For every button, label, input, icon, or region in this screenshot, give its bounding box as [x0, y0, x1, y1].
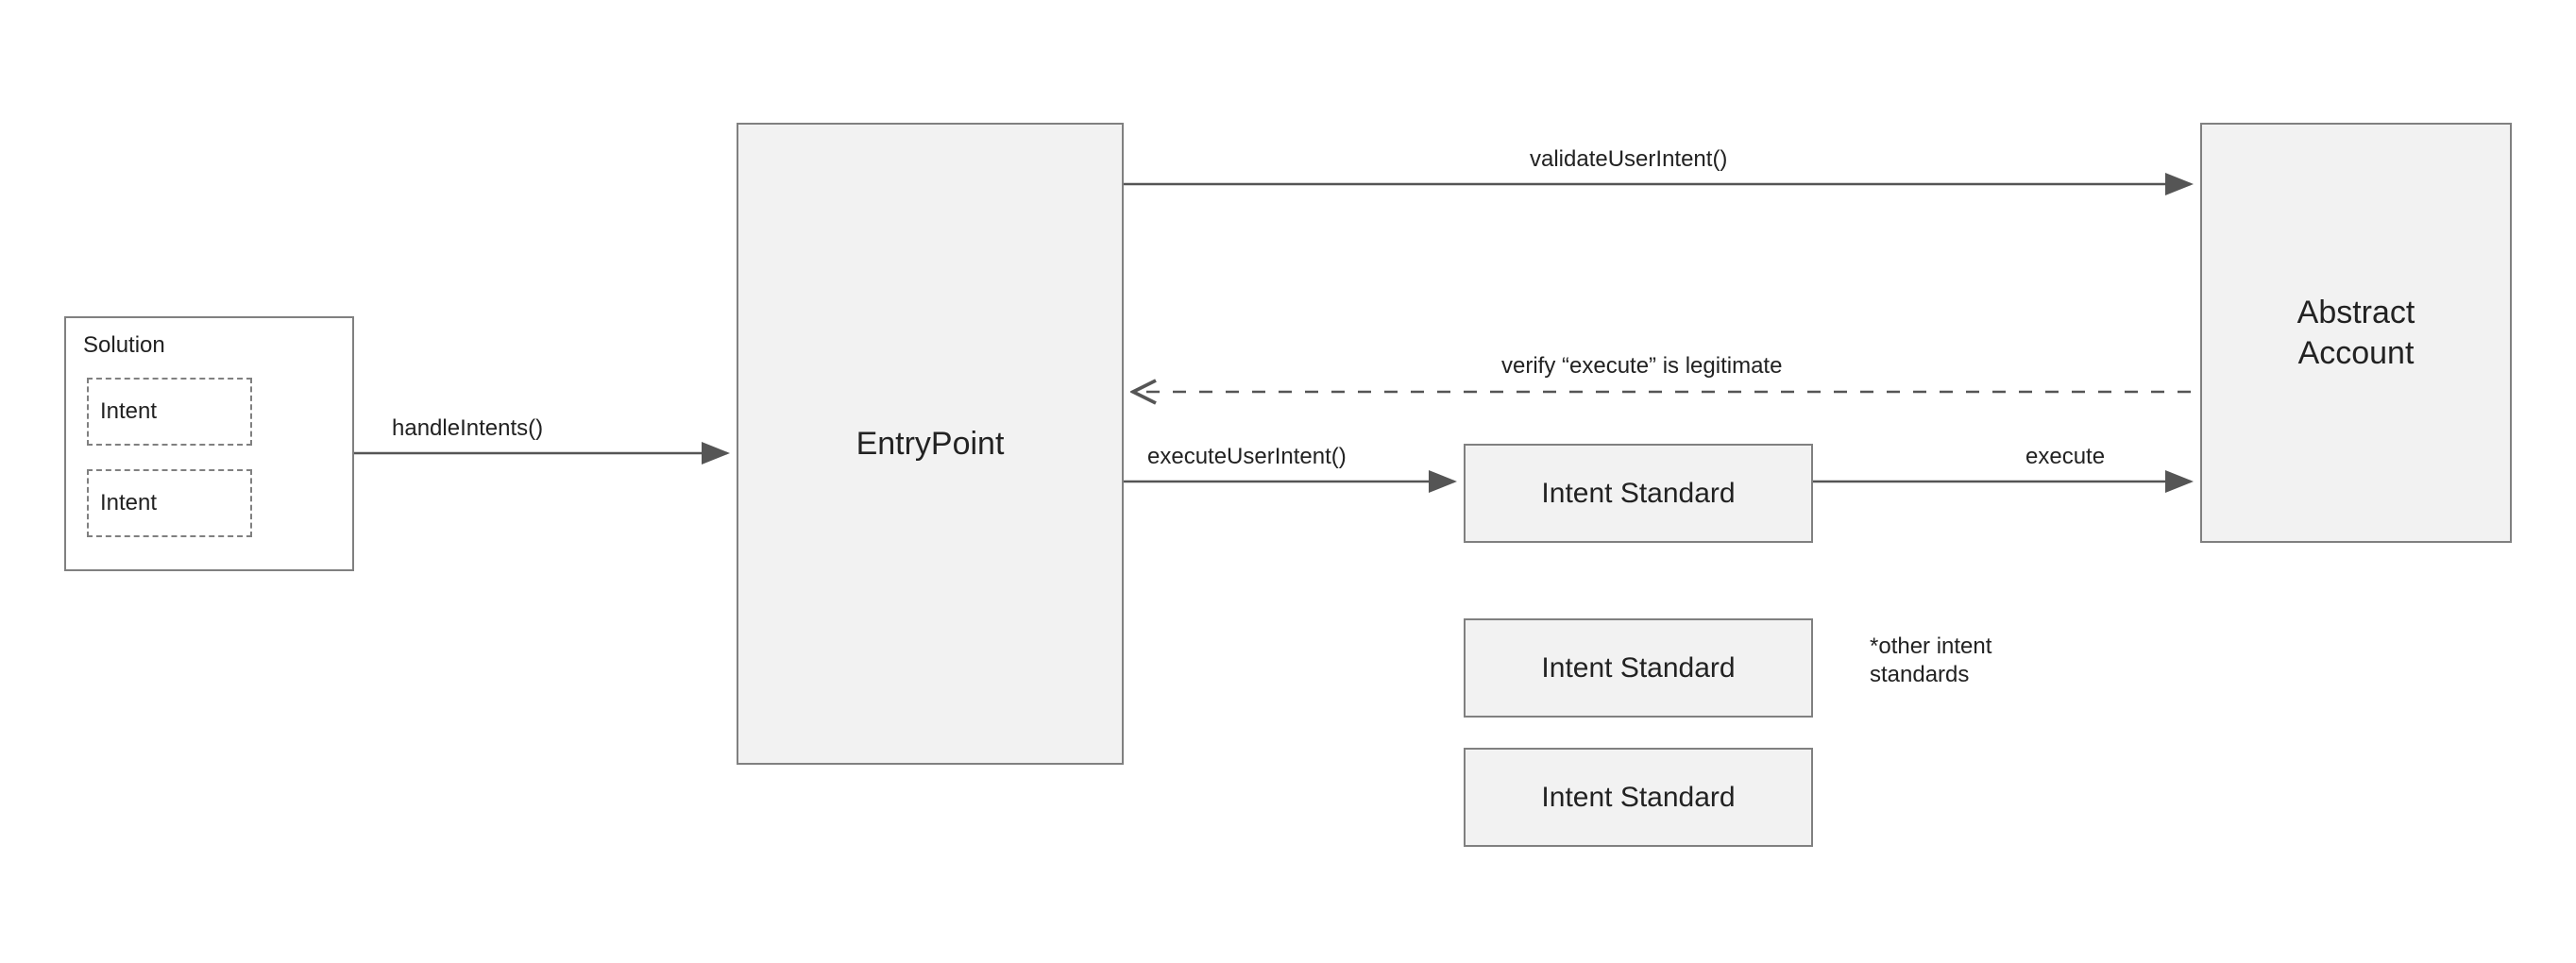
diagram-canvas: EntryPoint (verify execute, dashed) --> …	[0, 0, 2576, 963]
label-validate-user-intent: validateUserIntent()	[1530, 146, 1727, 173]
diagram-connectors: EntryPoint (verify execute, dashed) -->	[0, 0, 2576, 963]
intent-standard-2: Intent Standard	[1464, 618, 1813, 718]
solution-intent-1: Intent	[87, 378, 252, 446]
entrypoint-box: EntryPoint	[737, 123, 1124, 765]
note-other-intent-standards: *other intent standards	[1870, 633, 1991, 689]
label-verify-execute: verify “execute” is legitimate	[1501, 353, 1782, 380]
solution-intent-2: Intent	[87, 469, 252, 537]
intent-standard-1: Intent Standard	[1464, 444, 1813, 543]
label-handle-intents: handleIntents()	[392, 415, 543, 442]
abstract-account-box: Abstract Account	[2200, 123, 2512, 543]
intent-standard-3: Intent Standard	[1464, 748, 1813, 847]
solution-title: Solution	[83, 332, 165, 359]
label-execute-user-intent: executeUserIntent()	[1147, 444, 1347, 470]
label-execute: execute	[2025, 444, 2105, 470]
